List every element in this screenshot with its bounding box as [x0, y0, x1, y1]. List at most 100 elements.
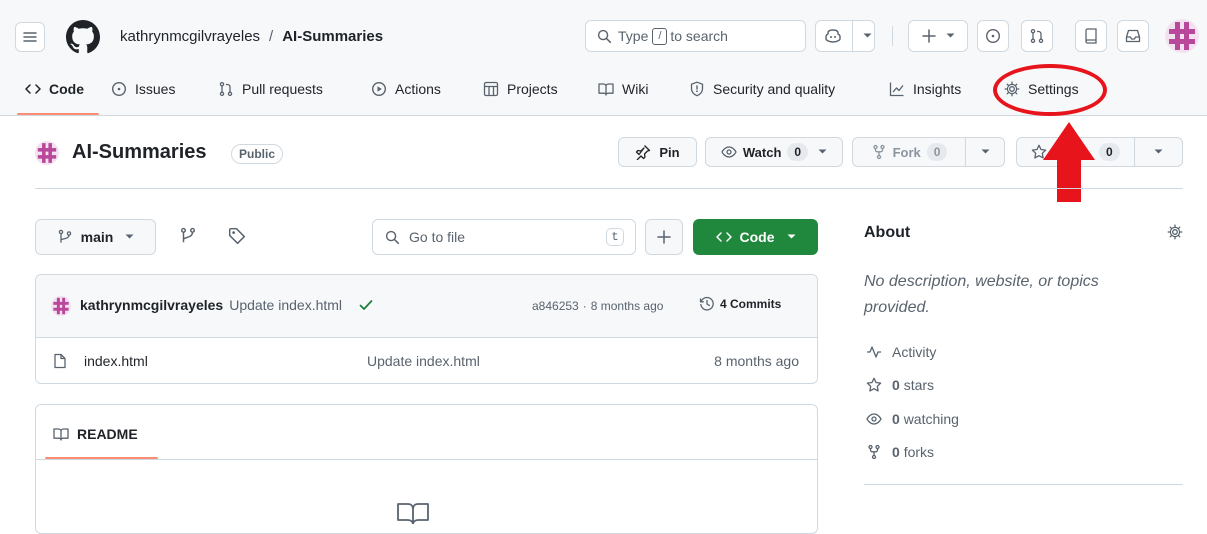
readme-tab[interactable]: README: [53, 426, 138, 442]
commit-age: 8 months ago: [590, 299, 664, 313]
search-icon: [385, 230, 400, 244]
watching-label: watching: [903, 411, 959, 427]
code-button-label: Code: [739, 229, 775, 245]
branches-button[interactable]: [179, 227, 199, 247]
about-divider: [864, 484, 1183, 485]
fork-icon: [868, 444, 880, 460]
search-prefix: Type: [618, 28, 649, 44]
tags-button[interactable]: [228, 227, 248, 247]
repositories-button[interactable]: [1075, 20, 1107, 52]
repo-title[interactable]: AI-Summaries: [72, 141, 207, 164]
copilot-button[interactable]: [815, 20, 875, 52]
check-icon[interactable]: [358, 297, 374, 313]
tab-security-label: Security and quality: [713, 81, 836, 97]
chevron-down-icon: [946, 33, 954, 38]
issues-button[interactable]: [977, 20, 1009, 52]
about-forks[interactable]: 0 forks: [866, 444, 934, 460]
book-icon: [53, 428, 69, 441]
fork-icon: [872, 144, 885, 160]
hamburger-icon: [23, 32, 37, 42]
code-dropdown-button[interactable]: Code: [693, 219, 818, 255]
tab-security[interactable]: Security and quality: [689, 76, 835, 102]
watch-label: Watch: [742, 144, 782, 160]
go-to-file-placeholder: Go to file: [409, 229, 466, 245]
tab-insights-label: Insights: [913, 81, 962, 97]
chevron-down-icon: [981, 149, 989, 154]
branch-name: main: [80, 229, 114, 245]
file-age: 8 months ago: [714, 353, 799, 369]
pin-icon: [636, 145, 651, 160]
code-icon: [25, 84, 41, 94]
pin-button[interactable]: Pin: [618, 137, 697, 167]
tab-pull-requests[interactable]: Pull requests: [218, 76, 323, 102]
breadcrumb-owner[interactable]: kathrynmcgilvrayeles: [120, 28, 260, 48]
inbox-button[interactable]: [1117, 20, 1149, 52]
pin-label: Pin: [659, 144, 680, 160]
graph-icon: [889, 82, 904, 97]
user-avatar[interactable]: [1165, 19, 1199, 53]
watch-button[interactable]: Watch 0: [705, 137, 843, 167]
stars-label: stars: [903, 377, 935, 393]
tab-wiki[interactable]: Wiki: [598, 76, 648, 102]
commits-link[interactable]: 4 Commits: [699, 296, 781, 312]
watching-count: 0: [892, 411, 900, 427]
tab-issues-label: Issues: [135, 81, 176, 97]
commit-message[interactable]: Update index.html: [229, 297, 342, 313]
forks-count: 0: [892, 444, 900, 460]
pull-requests-button[interactable]: [1021, 20, 1053, 52]
file-name[interactable]: index.html: [84, 353, 148, 369]
tab-actions[interactable]: Actions: [371, 76, 441, 102]
add-file-button[interactable]: [645, 219, 683, 255]
search-shortcut-key: /: [652, 27, 668, 45]
go-to-file-input[interactable]: Go to file t: [372, 219, 636, 255]
eye-icon: [721, 146, 737, 158]
fork-dropdown-button[interactable]: [965, 137, 1005, 167]
star-count: 0: [1099, 143, 1120, 161]
git-pull-request-icon: [1030, 28, 1044, 44]
github-logo[interactable]: [66, 20, 100, 54]
about-settings-button[interactable]: [1167, 224, 1183, 240]
star-icon: [866, 377, 882, 392]
breadcrumb-repo[interactable]: AI-Summaries: [282, 28, 383, 48]
about-description: No description, website, or topics provi…: [864, 273, 1099, 316]
code-icon: [715, 232, 732, 242]
tab-projects-label: Projects: [507, 81, 558, 97]
branch-icon: [58, 229, 71, 243]
fork-button[interactable]: Fork 0: [852, 137, 965, 167]
book-icon: [397, 503, 429, 524]
eye-icon: [866, 413, 882, 425]
book-icon: [598, 83, 614, 96]
activity-label: Activity: [892, 344, 937, 360]
tab-code-label: Code: [49, 81, 84, 97]
create-new-button[interactable]: [908, 20, 968, 52]
issue-icon: [111, 81, 127, 97]
pulse-icon: [867, 346, 881, 358]
header-divider: [892, 26, 893, 46]
inbox-icon: [1125, 29, 1141, 43]
tab-code[interactable]: Code: [25, 76, 84, 102]
commit-hash[interactable]: a846253: [532, 299, 579, 313]
file-row[interactable]: index.html Update index.html 8 months ag…: [36, 338, 817, 383]
annotation-arrow-up: [1043, 122, 1095, 202]
global-search[interactable]: Type / to search: [585, 20, 806, 52]
annotation-highlight-ellipse: [993, 64, 1107, 116]
about-activity[interactable]: Activity: [866, 344, 936, 360]
table-icon: [483, 81, 499, 97]
tab-insights[interactable]: Insights: [889, 76, 961, 102]
stars-count: 0: [892, 377, 900, 393]
about-watching[interactable]: 0 watching: [866, 411, 959, 427]
file-commit-message[interactable]: Update index.html: [367, 353, 480, 369]
history-icon: [699, 296, 714, 311]
commit-author[interactable]: kathrynmcgilvrayeles: [80, 297, 223, 313]
tab-projects[interactable]: Projects: [483, 76, 558, 102]
star-dropdown-button[interactable]: [1134, 137, 1183, 167]
readme-tab-label: README: [77, 426, 138, 442]
watch-count: 0: [787, 143, 809, 161]
tab-issues[interactable]: Issues: [111, 76, 175, 102]
plus-icon: [921, 29, 936, 43]
go-to-file-shortcut: t: [606, 228, 624, 246]
chevron-down-icon: [818, 149, 827, 154]
about-stars[interactable]: 0 stars: [866, 377, 934, 393]
menu-button[interactable]: [15, 22, 45, 52]
branch-selector[interactable]: main: [35, 219, 156, 255]
